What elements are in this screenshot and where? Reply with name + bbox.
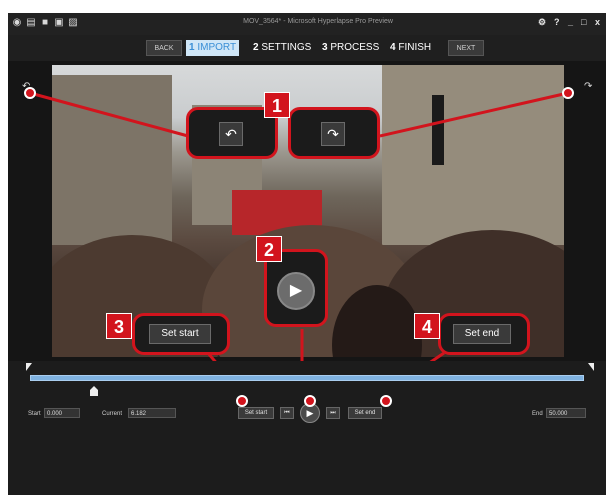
callout-dot bbox=[304, 395, 316, 407]
tab-import[interactable]: 1 IMPORT bbox=[186, 40, 240, 56]
tab-finish[interactable]: 4 FINISH bbox=[390, 40, 431, 56]
start-label: Start bbox=[28, 411, 41, 417]
video-area: ↶ ↷ ↶ ↷ 1 ▶ 2 Set start 3 Set end 4 bbox=[8, 61, 606, 361]
next-button[interactable]: NEXT bbox=[448, 40, 484, 56]
app-logo-icon: ◉ bbox=[12, 17, 22, 28]
callout-dot bbox=[236, 395, 248, 407]
set-start-large-button[interactable]: Set start bbox=[149, 324, 211, 344]
callout-badge: 3 bbox=[106, 313, 132, 339]
current-label: Current bbox=[102, 411, 123, 417]
save-as-icon[interactable]: ▨ bbox=[68, 18, 78, 28]
maximize-icon[interactable]: □ bbox=[581, 17, 586, 27]
set-end-button[interactable]: Set end bbox=[348, 407, 382, 419]
close-icon[interactable]: x bbox=[595, 17, 600, 27]
callout-badge: 2 bbox=[256, 236, 282, 262]
start-field[interactable]: 0.000 bbox=[44, 408, 80, 418]
callout-dot bbox=[562, 87, 574, 99]
end-field[interactable]: 50.000 bbox=[546, 408, 586, 418]
start-trim-marker[interactable] bbox=[26, 363, 32, 371]
step-number: 4 bbox=[390, 42, 396, 53]
timeline-track[interactable] bbox=[30, 375, 584, 381]
step-number: 2 bbox=[253, 42, 259, 53]
timeline-panel: Start 0.000 Current 6.182 Set start ⏮ ▶ … bbox=[8, 361, 606, 495]
step-number: 3 bbox=[322, 42, 328, 53]
set-start-callout: Set start bbox=[132, 313, 230, 355]
save-icon[interactable]: ▣ bbox=[54, 18, 64, 28]
window-title: MOV_3564* - Microsoft Hyperlapse Pro Pre… bbox=[243, 18, 393, 25]
set-end-large-button[interactable]: Set end bbox=[453, 324, 511, 344]
minimize-icon[interactable]: _ bbox=[568, 17, 573, 27]
help-icon[interactable]: ? bbox=[554, 17, 560, 27]
wizard-bar: BACK 1 IMPORT 2 SETTINGS 3 PROCESS 4 FIN… bbox=[8, 35, 606, 61]
new-file-icon[interactable]: ▤ bbox=[26, 18, 36, 28]
step-number: 1 bbox=[189, 42, 195, 53]
callout-dot bbox=[380, 395, 392, 407]
set-start-button[interactable]: Set start bbox=[238, 407, 274, 419]
callout-dot bbox=[24, 87, 36, 99]
title-bar: ◉ ▤ ■ ▣ ▨ MOV_3564* - Microsoft Hyperlap… bbox=[8, 13, 606, 35]
end-trim-marker[interactable] bbox=[588, 363, 594, 371]
step-label: IMPORT bbox=[197, 42, 237, 53]
playhead-handle[interactable] bbox=[90, 386, 98, 396]
play-icon[interactable]: ▶ bbox=[277, 272, 315, 310]
skip-to-start-icon[interactable]: ⏮ bbox=[280, 407, 294, 419]
tab-process[interactable]: 3 PROCESS bbox=[322, 40, 379, 56]
step-label: FINISH bbox=[398, 42, 432, 53]
settings-gear-icon[interactable]: ⚙ bbox=[538, 17, 546, 28]
callout-badge: 4 bbox=[414, 313, 440, 339]
current-field[interactable]: 6.182 bbox=[128, 408, 176, 418]
step-label: PROCESS bbox=[330, 42, 380, 53]
app-window: ◉ ▤ ■ ▣ ▨ MOV_3564* - Microsoft Hyperlap… bbox=[8, 13, 606, 495]
open-folder-icon[interactable]: ■ bbox=[40, 18, 50, 28]
back-button[interactable]: BACK bbox=[146, 40, 182, 56]
end-label: End bbox=[532, 411, 543, 417]
step-label: SETTINGS bbox=[261, 42, 312, 53]
skip-to-end-icon[interactable]: ⏭ bbox=[326, 407, 340, 419]
tab-settings[interactable]: 2 SETTINGS bbox=[253, 40, 311, 56]
set-end-callout: Set end bbox=[438, 313, 530, 355]
